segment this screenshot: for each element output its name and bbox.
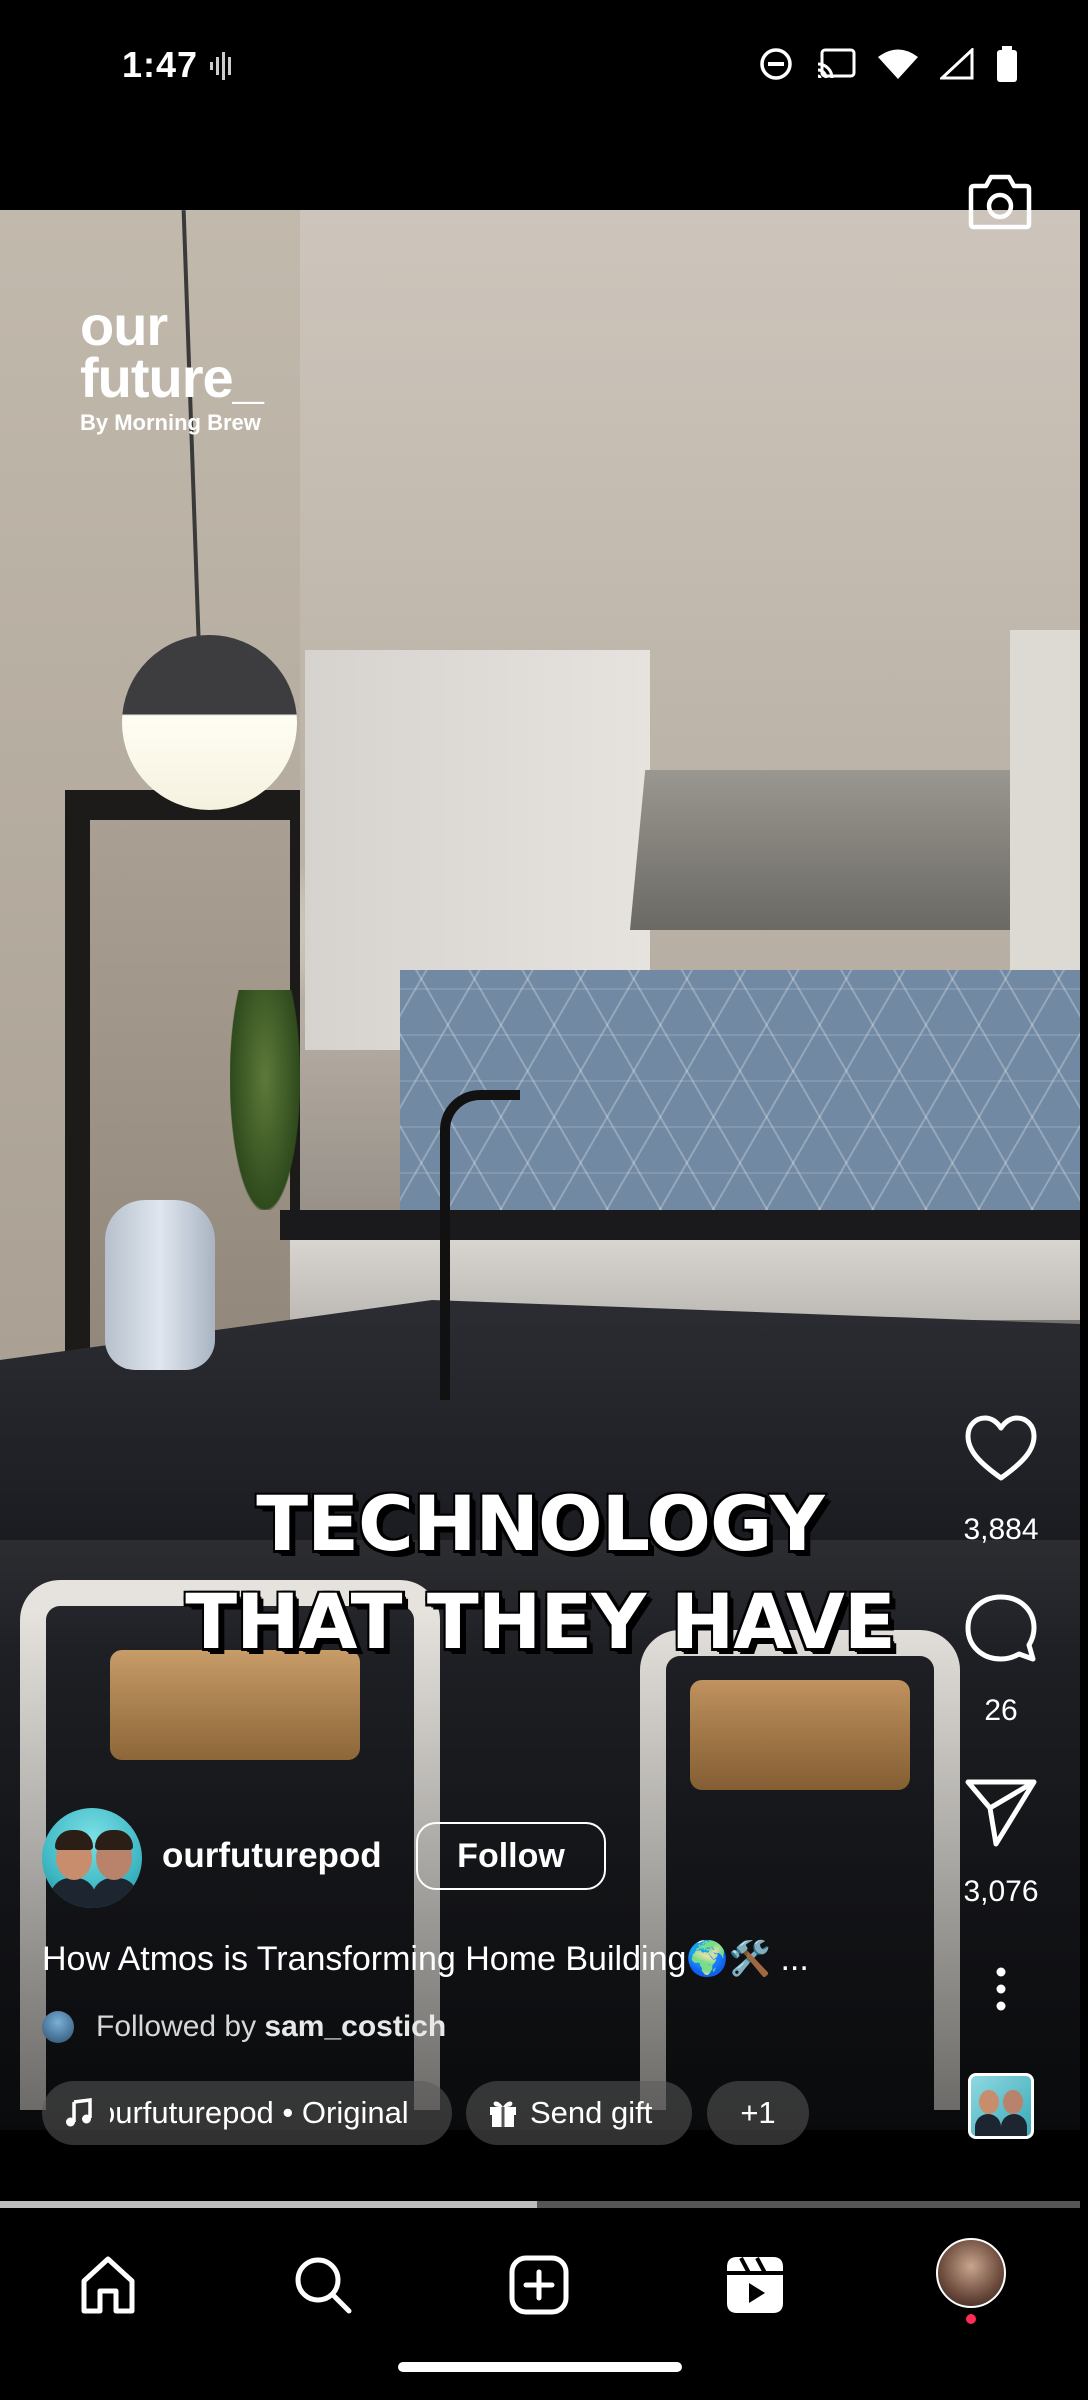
search-icon xyxy=(295,2257,352,2314)
followed-by-prefix: Followed by xyxy=(96,2010,257,2043)
avatar-figure xyxy=(50,1878,96,1908)
follow-button[interactable]: Follow xyxy=(416,1822,606,1890)
reels-icon xyxy=(727,2257,783,2313)
do-not-disturb-icon xyxy=(760,48,792,80)
wifi-icon xyxy=(878,49,918,79)
brand-line-1: our xyxy=(80,294,168,357)
video-scene-faucet xyxy=(440,1090,520,1400)
video-progress-bar[interactable] xyxy=(0,2201,1080,2208)
nav-profile-avatar[interactable] xyxy=(936,2238,1006,2308)
share-count: 3,076 xyxy=(963,1875,1039,1908)
status-icons xyxy=(758,46,1018,82)
thumb-figure xyxy=(975,2114,1001,2136)
author-avatar[interactable] xyxy=(42,1808,142,1908)
notification-dot xyxy=(966,2314,976,2324)
more-options-icon[interactable] xyxy=(984,1966,1018,2012)
thumb-figure xyxy=(1001,2114,1027,2136)
video-scene-hood xyxy=(630,770,1010,930)
more-chip[interactable]: +1 xyxy=(707,2081,809,2145)
video-scene-plant xyxy=(230,990,300,1210)
home-icon xyxy=(81,2256,135,2314)
send-gift-label: Send gift xyxy=(530,2095,653,2130)
video-scene-counter xyxy=(280,1210,1080,1240)
status-time: 1:47 xyxy=(122,44,199,85)
brand-subtitle: By Morning Brew xyxy=(80,410,261,435)
nav-home[interactable] xyxy=(63,2240,153,2330)
follower-avatar xyxy=(42,2011,74,2043)
audio-thumbnail[interactable] xyxy=(968,2073,1034,2139)
author-username[interactable]: ourfuturepod xyxy=(162,1836,382,1876)
like-heart-icon[interactable] xyxy=(960,1408,1042,1490)
send-gift-chip[interactable]: Send gift xyxy=(466,2081,692,2145)
battery-icon xyxy=(997,46,1017,82)
signal-icon xyxy=(940,48,974,80)
nav-search[interactable] xyxy=(278,2240,368,2330)
followed-by-user: sam_costich xyxy=(264,2010,447,2043)
share-icon[interactable] xyxy=(960,1770,1042,1852)
audio-chip[interactable]: ourfuturepod • Original audio xyxy=(42,2081,452,2145)
audio-label: ourfuturepod • Original audio xyxy=(110,2095,410,2130)
video-scene-pitcher xyxy=(105,1200,215,1370)
music-note-icon xyxy=(66,2098,92,2127)
avatar-figure xyxy=(92,1878,138,1908)
comment-count: 26 xyxy=(984,1694,1018,1727)
caption-line-2: THAT THEY HAVE xyxy=(185,1577,896,1666)
nav-reels[interactable] xyxy=(710,2240,800,2330)
home-indicator[interactable] xyxy=(398,2362,682,2372)
avatar-hair xyxy=(95,1830,133,1850)
avatar-hair xyxy=(55,1830,93,1850)
vibrate-icon xyxy=(210,52,231,80)
like-count: 3,884 xyxy=(963,1513,1039,1546)
brand-line-2: future_ xyxy=(80,346,264,409)
camera-icon[interactable] xyxy=(968,172,1032,230)
video-scene-pendant xyxy=(122,635,297,810)
cast-icon xyxy=(817,48,856,79)
nav-create[interactable] xyxy=(494,2240,584,2330)
video-caption: TECHNOLOGY THAT THEY HAVE xyxy=(0,1475,1080,1671)
gift-icon xyxy=(490,2101,516,2127)
brand-watermark: our future_ By Morning Brew xyxy=(80,294,340,436)
thumb-face xyxy=(1003,2090,1023,2114)
video-progress-fill xyxy=(0,2201,537,2208)
comment-icon[interactable] xyxy=(960,1589,1042,1671)
caption-line-1: TECHNOLOGY xyxy=(256,1479,824,1568)
post-description[interactable]: How Atmos is Transforming Home Building🌍… xyxy=(42,1939,809,1979)
followed-by[interactable]: Followed by sam_costich xyxy=(42,2010,446,2044)
audio-label-clip: ourfuturepod • Original audio xyxy=(110,2095,410,2131)
create-icon xyxy=(509,2255,569,2315)
thumb-face xyxy=(979,2090,999,2114)
